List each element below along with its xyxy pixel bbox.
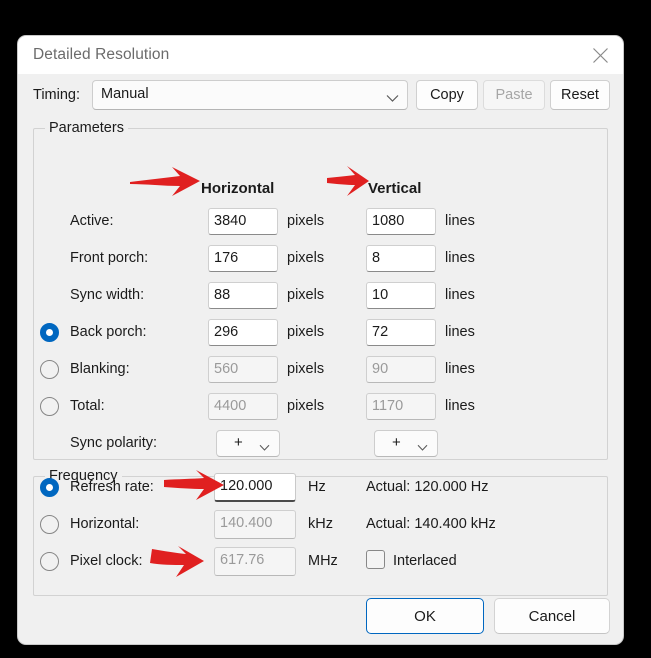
label-blanking: Blanking: — [70, 361, 130, 377]
interlaced-checkbox[interactable] — [366, 550, 385, 569]
pixel-clock-input[interactable]: 617.76 — [214, 547, 296, 576]
interlaced-label: Interlaced — [393, 553, 457, 569]
radio-horizontal-frequency[interactable] — [40, 515, 59, 534]
sync-width-vertical-value: 10 — [372, 287, 389, 303]
total-vertical-value: 1170 — [372, 398, 404, 414]
back-porch-vertical-input[interactable]: 72 — [366, 319, 436, 346]
front-porch-vertical-input[interactable]: 8 — [366, 245, 436, 272]
sync-width-horizontal-input[interactable]: 88 — [208, 282, 278, 309]
sync-width-vertical-input[interactable]: 10 — [366, 282, 436, 309]
total-vertical-input[interactable]: 1170 — [366, 393, 436, 420]
back-porch-horizontal-input[interactable]: 296 — [208, 319, 278, 346]
unit-back-porch-horizontal: pixels — [287, 324, 325, 340]
unit-front-porch-vertical: lines — [445, 250, 475, 266]
chevron-down-icon — [259, 439, 270, 457]
actual-refresh-rate: Actual: 120.000 Hz — [366, 479, 489, 495]
close-icon-glyph — [592, 47, 608, 63]
cancel-button[interactable]: Cancel — [494, 598, 610, 634]
copy-button[interactable]: Copy — [416, 80, 478, 110]
radio-back-porch[interactable] — [40, 323, 59, 342]
unit-sync-width-horizontal: pixels — [287, 287, 325, 303]
blanking-vertical-value: 90 — [372, 361, 389, 377]
blanking-vertical-input[interactable]: 90 — [366, 356, 436, 383]
active-vertical-input[interactable]: 1080 — [366, 208, 436, 235]
label-front-porch: Front porch: — [70, 250, 149, 266]
ok-button[interactable]: OK — [366, 598, 484, 634]
active-vertical-value: 1080 — [372, 213, 405, 229]
label-back-porch: Back porch: — [70, 324, 147, 340]
label-refresh-rate: Refresh rate: — [70, 479, 154, 495]
chevron-down-icon — [386, 90, 399, 108]
timing-row: Timing: Manual Copy Paste Reset — [18, 74, 623, 120]
label-horizontal-frequency: Horizontal: — [70, 516, 140, 532]
horizontal-frequency-input[interactable]: 140.400 — [214, 510, 296, 539]
front-porch-horizontal-input[interactable]: 176 — [208, 245, 278, 272]
total-horizontal-input[interactable]: 4400 — [208, 393, 278, 420]
column-header-vertical: Vertical — [368, 180, 422, 197]
unit-blanking-horizontal: pixels — [287, 361, 325, 377]
back-porch-horizontal-value: 296 — [214, 324, 239, 340]
radio-pixel-clock[interactable] — [40, 552, 59, 571]
radio-refresh-rate[interactable] — [40, 478, 59, 497]
timing-select-value: Manual — [101, 86, 149, 102]
active-horizontal-input[interactable]: 3840 — [208, 208, 278, 235]
horizontal-frequency-value: 140.400 — [220, 515, 273, 531]
sync-polarity-vertical-select[interactable]: + — [374, 430, 438, 457]
label-total: Total: — [70, 398, 105, 414]
label-sync-polarity: Sync polarity: — [70, 435, 158, 451]
sync-width-horizontal-value: 88 — [214, 287, 231, 303]
refresh-rate-value: 120.000 — [220, 478, 273, 494]
unit-pixel-clock: MHz — [308, 553, 338, 569]
column-header-horizontal: Horizontal — [201, 180, 275, 197]
close-icon[interactable] — [577, 36, 623, 74]
timing-select[interactable]: Manual — [92, 80, 408, 110]
front-porch-horizontal-value: 176 — [214, 250, 239, 266]
reset-button[interactable]: Reset — [550, 80, 610, 110]
unit-active-horizontal: pixels — [287, 213, 325, 229]
total-horizontal-value: 4400 — [214, 398, 247, 414]
front-porch-vertical-value: 8 — [372, 250, 381, 266]
unit-front-porch-horizontal: pixels — [287, 250, 325, 266]
blanking-horizontal-value: 560 — [214, 361, 239, 377]
sync-polarity-horizontal-value: + — [234, 434, 243, 451]
chevron-down-icon — [417, 439, 428, 457]
radio-total[interactable] — [40, 397, 59, 416]
active-horizontal-value: 3840 — [214, 213, 247, 229]
unit-refresh-rate: Hz — [308, 479, 326, 495]
label-pixel-clock: Pixel clock: — [70, 553, 143, 569]
radio-blanking[interactable] — [40, 360, 59, 379]
parameters-legend: Parameters — [45, 120, 128, 136]
unit-blanking-vertical: lines — [445, 361, 475, 377]
unit-total-horizontal: pixels — [287, 398, 325, 414]
label-active: Active: — [70, 213, 114, 229]
page-title: Detailed Resolution — [33, 46, 170, 63]
unit-active-vertical: lines — [445, 213, 475, 229]
back-porch-vertical-value: 72 — [372, 324, 389, 340]
title-bar: Detailed Resolution — [18, 36, 623, 74]
unit-sync-width-vertical: lines — [445, 287, 475, 303]
unit-total-vertical: lines — [445, 398, 475, 414]
detailed-resolution-dialog: Detailed Resolution Timing: Manual Copy … — [18, 36, 623, 644]
refresh-rate-input[interactable]: 120.000 — [214, 473, 296, 502]
unit-back-porch-vertical: lines — [445, 324, 475, 340]
sync-polarity-horizontal-select[interactable]: + — [216, 430, 280, 457]
paste-button[interactable]: Paste — [483, 80, 545, 110]
label-sync-width: Sync width: — [70, 287, 145, 303]
pixel-clock-value: 617.76 — [220, 552, 265, 568]
actual-horizontal-frequency: Actual: 140.400 kHz — [366, 516, 496, 532]
blanking-horizontal-input[interactable]: 560 — [208, 356, 278, 383]
sync-polarity-vertical-value: + — [392, 434, 401, 451]
unit-horizontal-frequency: kHz — [308, 516, 333, 532]
timing-label: Timing: — [33, 87, 80, 103]
